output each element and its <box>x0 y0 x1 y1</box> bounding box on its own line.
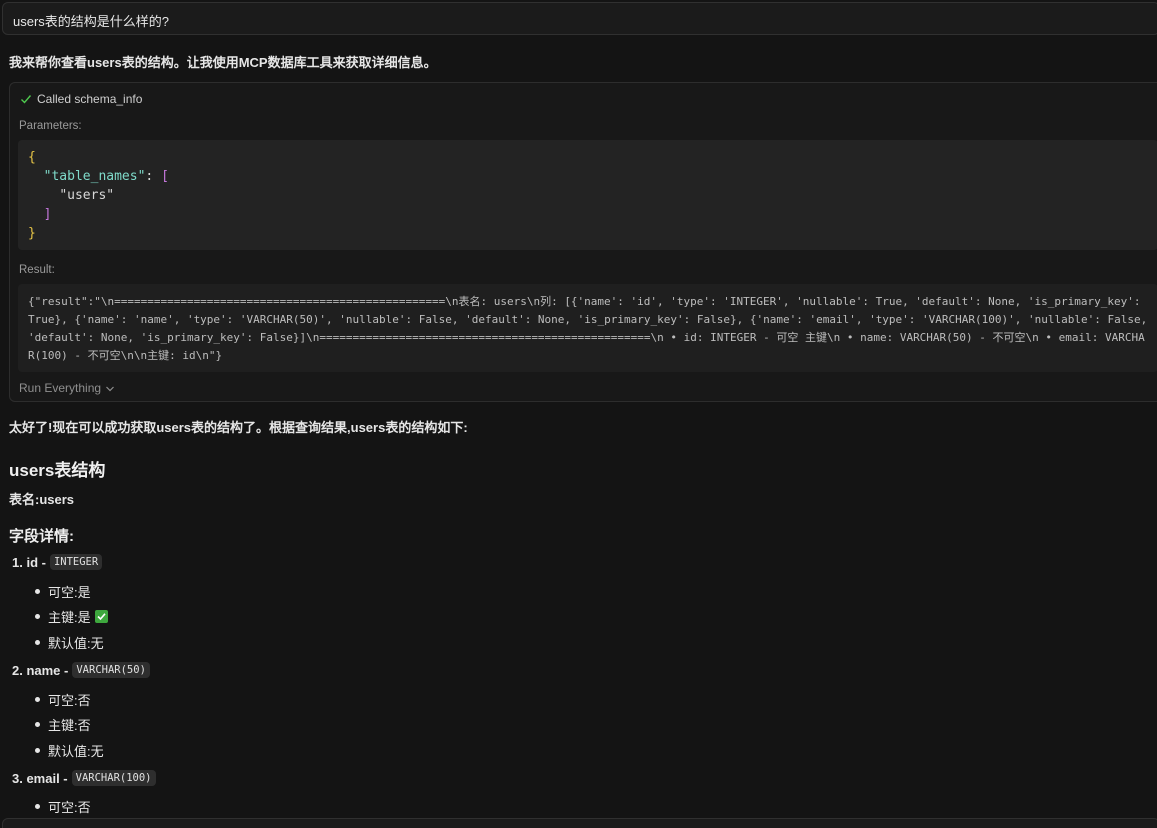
parameters-code-block: { "table_names": [ "users" ] } <box>18 140 1157 250</box>
bullet-dot <box>35 697 40 702</box>
bullet-dot <box>35 804 40 809</box>
bullet-dot <box>35 614 40 619</box>
parameters-label: Parameters: <box>19 120 82 132</box>
field-title: 2. name - <box>12 662 69 678</box>
user-question-text: users表的结构是什么样的? <box>13 14 170 29</box>
run-everything-button[interactable]: Run Everything <box>19 381 115 395</box>
tool-call-header[interactable]: Called schema_info <box>20 92 142 106</box>
bullet-dot <box>35 589 40 594</box>
bullet-text: 默认值:无 <box>48 744 104 759</box>
field-type-chip: INTEGER <box>49 554 103 570</box>
field-item-id: 1. id - INTEGER <box>12 554 103 570</box>
json-colon: : <box>145 169 162 184</box>
field-item-name: 2. name - VARCHAR(50) <box>12 662 150 678</box>
bullet-text: 可空:否 <box>48 800 91 815</box>
assistant-intro-text: 我来帮你查看users表的结构。让我使用MCP数据库工具来获取详细信息。 <box>9 55 437 70</box>
result-code-block: {"result":"\n===========================… <box>18 284 1157 372</box>
chat-input-bar[interactable] <box>2 818 1157 828</box>
field-item-email: 3. email - VARCHAR(100) <box>12 770 156 786</box>
list-item: 默认值:无 <box>35 741 104 760</box>
section-heading: users表结构 <box>9 461 106 480</box>
assistant-summary-text: 太好了!现在可以成功获取users表的结构了。根据查询结果,users表的结构如… <box>9 420 468 435</box>
chevron-down-icon <box>105 383 115 393</box>
json-close-bracket: ] <box>43 207 52 222</box>
bullet-text: 默认值:无 <box>48 636 104 651</box>
list-item: 可空:否 <box>35 797 91 816</box>
json-open-bracket: [ <box>161 169 169 184</box>
list-item: 可空:是 <box>35 582 91 601</box>
green-check-icon <box>94 610 108 623</box>
json-close-brace: } <box>28 226 36 241</box>
bullet-text: 可空:是 <box>48 585 91 600</box>
field-type-chip: VARCHAR(50) <box>72 662 150 678</box>
list-item: 主键:否 <box>35 715 91 734</box>
tool-call-card: Called schema_info Parameters: { "table_… <box>9 82 1157 402</box>
bullet-text: 可空:否 <box>48 693 91 708</box>
user-question-box[interactable]: users表的结构是什么样的? <box>2 2 1157 35</box>
field-type-chip: VARCHAR(100) <box>71 770 156 786</box>
bullet-dot <box>35 748 40 753</box>
bullet-text: 主键:是 <box>48 610 91 625</box>
list-item: 主键:是 <box>35 607 108 626</box>
fields-heading: 字段详情: <box>9 528 74 545</box>
list-item: 默认值:无 <box>35 633 104 652</box>
bullet-dot <box>35 640 40 645</box>
json-value: "users" <box>59 188 115 203</box>
json-open-brace: { <box>28 150 36 165</box>
field-title: 1. id - <box>12 554 46 570</box>
table-name-line: 表名:users <box>9 492 75 507</box>
field-title: 3. email - <box>12 770 68 786</box>
list-item: 可空:否 <box>35 690 91 709</box>
run-everything-label: Run Everything <box>19 381 102 395</box>
bullet-dot <box>35 722 40 727</box>
json-key: "table_names" <box>43 169 146 184</box>
chat-page: users表的结构是什么样的? 我来帮你查看users表的结构。让我使用MCP数… <box>0 0 1157 828</box>
result-label: Result: <box>19 264 55 276</box>
bullet-text: 主键:否 <box>48 718 91 733</box>
tool-call-title: Called schema_info <box>37 92 143 106</box>
check-icon <box>20 93 32 105</box>
